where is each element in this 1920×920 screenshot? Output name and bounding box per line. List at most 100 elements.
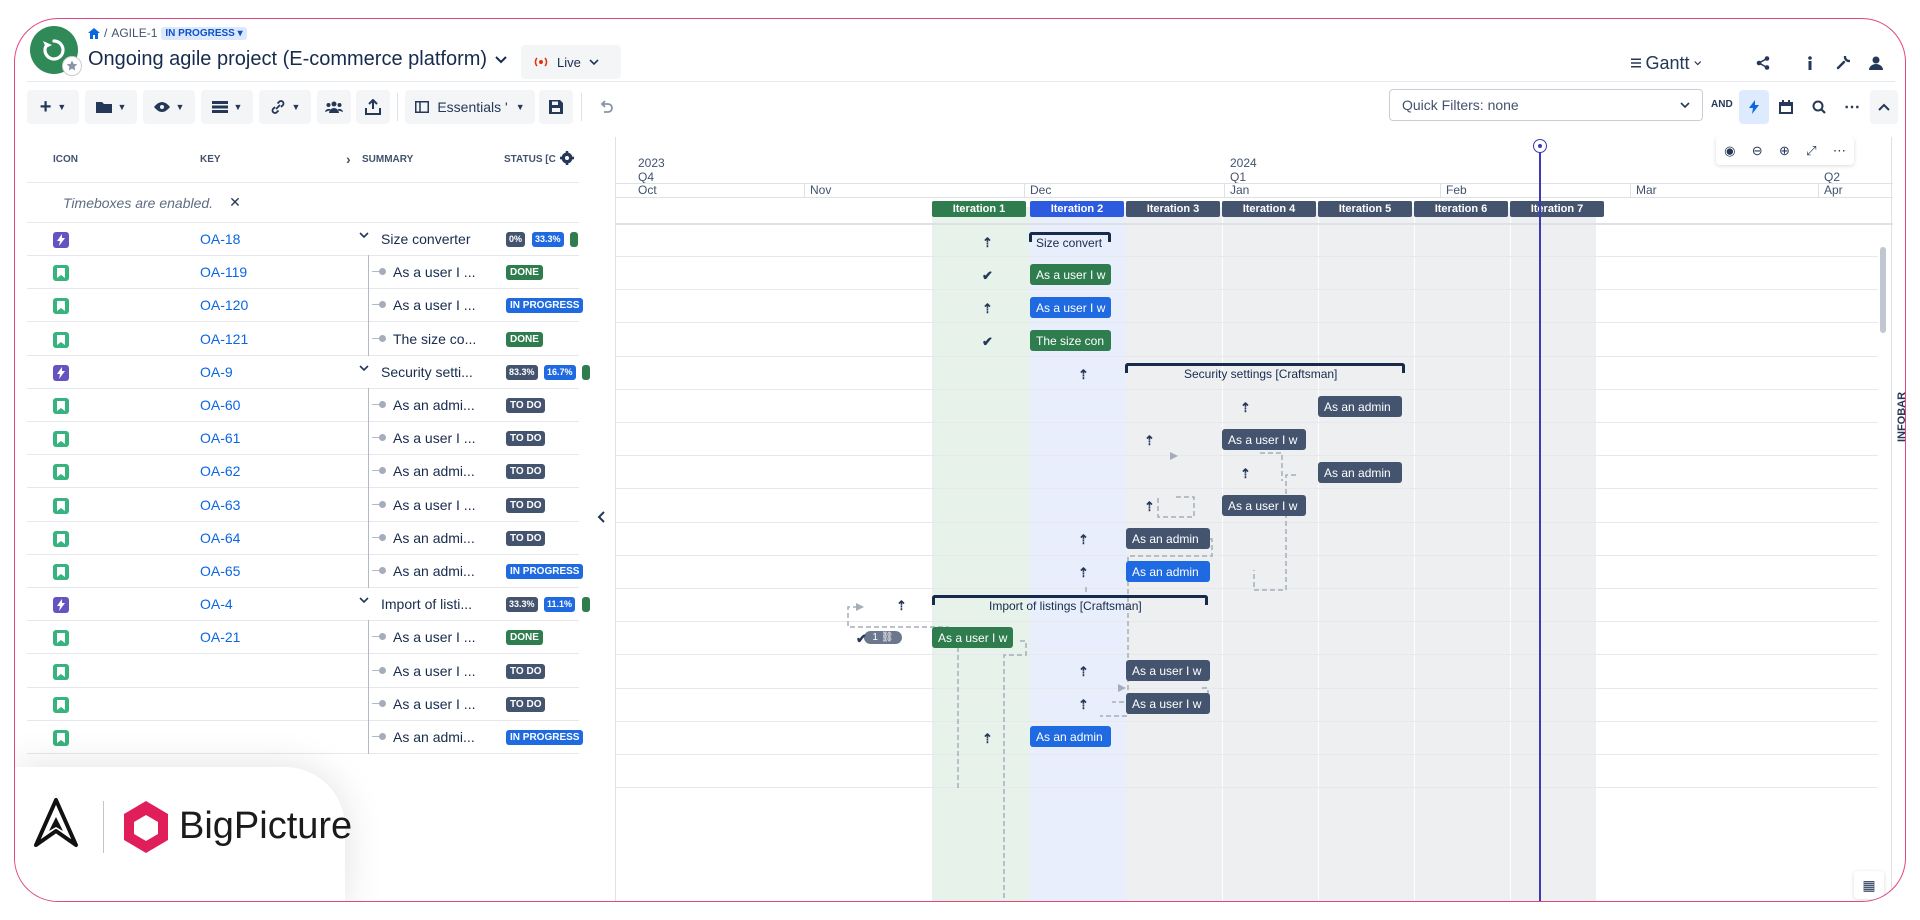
team-button[interactable] [317, 90, 351, 124]
table-row[interactable]: As an admi... IN PROGRESS [27, 720, 584, 754]
favorite-star-icon[interactable] [62, 56, 82, 76]
infobar-label[interactable]: INFOBAR [1896, 392, 1905, 442]
issue-key[interactable]: OA-60 [200, 397, 240, 413]
issue-summary[interactable]: As an admi... [393, 463, 475, 479]
expand-chevron-icon[interactable] [359, 365, 369, 372]
table-row[interactable]: OA-119 As a user I ... DONE [27, 255, 579, 290]
issue-summary[interactable]: As a user I ... [393, 663, 475, 679]
issue-summary[interactable]: As a user I ... [393, 629, 475, 645]
task-bar-import-2[interactable]: As a user I w [1126, 660, 1210, 681]
map-icon[interactable]: ▦ [1854, 871, 1884, 899]
collapse-panel-button[interactable] [593, 505, 609, 529]
status-badge[interactable]: TO DO [506, 431, 546, 447]
issue-key[interactable]: OA-64 [200, 530, 240, 546]
task-bar-oa-121[interactable]: The size con [1030, 330, 1111, 351]
status-badge[interactable]: IN PROGRESS [506, 298, 584, 314]
issue-summary[interactable]: Import of listi... [381, 596, 472, 612]
task-bar-oa-64[interactable]: As an admin [1126, 528, 1210, 549]
task-bar-oa-61[interactable]: As a user I w [1222, 429, 1306, 450]
table-row[interactable]: OA-61 As a user I ... TO DO [27, 421, 579, 456]
table-row[interactable]: OA-60 As an admi... TO DO [27, 388, 579, 422]
filter-operator-and[interactable]: AND [1711, 99, 1733, 110]
open-folder-button[interactable]: ▼ [85, 90, 137, 124]
issue-summary[interactable]: As a user I ... [393, 430, 475, 446]
gear-icon[interactable] [560, 151, 574, 165]
table-row[interactable]: OA-121 The size co... DONE [27, 321, 579, 356]
table-row[interactable]: OA-21 As a user I ... DONE [27, 620, 579, 655]
issue-key[interactable]: OA-9 [200, 364, 233, 380]
issue-key[interactable]: OA-61 [200, 430, 240, 446]
issue-key[interactable]: OA-21 [200, 629, 240, 645]
issue-summary[interactable]: As an admi... [393, 563, 475, 579]
more-options-button[interactable]: ⋯ [1838, 90, 1866, 124]
issue-summary[interactable]: As an admi... [393, 530, 475, 546]
issue-key[interactable]: OA-63 [200, 497, 240, 513]
issue-summary[interactable]: As an admi... [393, 729, 475, 745]
page-title[interactable]: Ongoing agile project (E-commerce platfo… [88, 48, 507, 71]
status-badge[interactable]: DONE [506, 265, 543, 281]
save-button[interactable] [539, 90, 573, 124]
column-header-icon[interactable]: ICON [53, 154, 78, 165]
collapse-header-button[interactable] [1870, 90, 1898, 124]
table-row[interactable]: As a user I ... TO DO [27, 686, 579, 721]
export-button[interactable] [356, 90, 390, 124]
status-badge[interactable]: TO DO [506, 696, 546, 712]
issue-summary[interactable]: As a user I ... [393, 297, 475, 313]
table-row[interactable]: OA-64 As an admi... TO DO [27, 520, 579, 555]
info-button[interactable] [1795, 46, 1825, 80]
task-bar-oa-65[interactable]: As an admin [1126, 561, 1210, 582]
task-bar-oa-60[interactable]: As an admin [1318, 396, 1402, 417]
table-row[interactable]: OA-18 Size converter 0% 33.3% [27, 223, 579, 256]
issue-summary[interactable]: Size converter [381, 231, 470, 247]
close-icon[interactable]: ✕ [229, 194, 241, 211]
calendar-button[interactable] [1772, 90, 1800, 124]
issue-key[interactable]: OA-119 [200, 264, 247, 280]
live-mode-dropdown[interactable]: Live [521, 45, 621, 79]
column-header-status[interactable]: STATUS [C [504, 154, 556, 165]
search-button[interactable] [1805, 90, 1833, 124]
link-count-badge[interactable]: 1 ⛓ [864, 631, 902, 644]
column-header-key[interactable]: KEY [200, 154, 221, 165]
issue-summary[interactable]: As a user I ... [393, 264, 475, 280]
issue-summary[interactable]: The size co... [393, 331, 476, 347]
status-badge[interactable]: TO DO [506, 398, 546, 413]
task-bar-oa-63[interactable]: As a user I w [1222, 495, 1306, 516]
user-profile-button[interactable] [1861, 46, 1891, 80]
issue-key[interactable]: OA-62 [200, 463, 240, 479]
task-bar-oa-119[interactable]: As a user I w [1030, 264, 1111, 285]
undo-button[interactable] [589, 90, 623, 124]
table-row[interactable]: OA-63 As a user I ... TO DO [27, 487, 579, 522]
add-button[interactable]: + ▼ [27, 90, 79, 124]
issue-key[interactable]: OA-4 [200, 596, 233, 612]
issue-key[interactable]: OA-121 [200, 331, 248, 347]
auto-schedule-toggle[interactable] [1739, 90, 1769, 124]
table-row[interactable]: OA-62 As an admi... TO DO [27, 454, 579, 489]
expand-all-chevron-icon[interactable]: › [346, 151, 351, 167]
status-badge[interactable]: TO DO [506, 497, 546, 513]
table-row[interactable]: OA-120 As a user I ... IN PROGRESS [27, 288, 584, 323]
settings-button[interactable] [1828, 46, 1858, 80]
task-bar-oa-21[interactable]: As a user I w [932, 627, 1013, 648]
home-icon[interactable] [88, 27, 100, 39]
table-row[interactable]: OA-65 As an admi... IN PROGRESS [27, 554, 584, 588]
table-row[interactable]: As a user I ... TO DO [27, 653, 579, 688]
issue-summary[interactable]: Security setti... [381, 364, 473, 380]
issue-summary[interactable]: As a user I ... [393, 497, 475, 513]
vertical-scrollbar[interactable] [1880, 247, 1886, 333]
view-preset-dropdown[interactable]: Essentials ' ▼ [405, 90, 535, 124]
project-status-badge[interactable]: IN PROGRESS ▾ [161, 26, 247, 40]
task-bar-oa-62[interactable]: As an admin [1318, 462, 1402, 483]
issue-key[interactable]: OA-18 [200, 231, 240, 247]
status-badge[interactable]: TO DO [506, 530, 546, 546]
gantt-chart[interactable]: 2023 Q4 2024 Q1 Q2 Oct Nov Dec Jan Feb Mar Apr… [615, 137, 1893, 901]
link-button[interactable]: ▼ [259, 90, 311, 124]
columns-button[interactable]: ▼ [201, 90, 253, 124]
status-badge[interactable]: TO DO [506, 464, 546, 480]
status-badge[interactable]: DONE [506, 331, 543, 347]
task-bar-import-4[interactable]: As an admin [1030, 726, 1111, 747]
table-row[interactable]: OA-9 Security setti... 83.3% 16.7% [27, 356, 590, 389]
issue-key[interactable]: OA-120 [200, 297, 248, 313]
infobar-panel[interactable] [1891, 137, 1905, 901]
task-bar-import-3[interactable]: As a user I w [1126, 693, 1210, 714]
status-badge[interactable]: TO DO [506, 663, 546, 679]
